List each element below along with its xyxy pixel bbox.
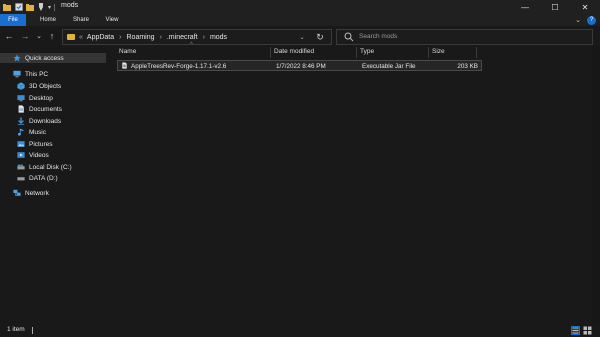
tab-share[interactable]: Share	[66, 14, 96, 26]
tab-home[interactable]: Home	[34, 14, 62, 26]
ribbon-tabs: File Home Share View ⌄ ?	[0, 14, 600, 26]
sidebar-item-desktop[interactable]: Desktop	[17, 93, 53, 103]
details-view-icon[interactable]	[571, 326, 580, 335]
tab-view[interactable]: View	[100, 14, 124, 26]
picture-icon	[17, 140, 25, 148]
file-list: ^ Name Date modified Type Size AppleTree…	[107, 42, 592, 324]
title-bar: ▾ mods — ☐ ✕	[0, 0, 600, 14]
recent-locations-button[interactable]: ⌄	[33, 30, 45, 42]
computer-icon	[13, 70, 21, 78]
column-header-name[interactable]: Name	[115, 46, 270, 58]
sidebar-item-pictures[interactable]: Pictures	[17, 139, 52, 149]
address-dropdown-icon[interactable]: ⌄	[295, 30, 309, 44]
up-button[interactable]: ↑	[46, 30, 58, 42]
sidebar-item-label: This PC	[25, 70, 49, 78]
window-title: mods	[61, 2, 79, 9]
breadcrumb-mods[interactable]: mods	[210, 34, 227, 41]
status-divider	[32, 327, 33, 334]
close-button[interactable]: ✕	[570, 0, 600, 14]
search-icon	[344, 32, 354, 42]
status-bar: 1 item	[0, 324, 600, 337]
sidebar-item-label: Network	[25, 189, 49, 197]
title-divider	[54, 4, 55, 11]
sidebar-item-3d-objects[interactable]: 3D Objects	[17, 81, 61, 91]
sidebar-item-music[interactable]: Music	[17, 127, 46, 137]
navigation-bar: ← → ⌄ ↑ « AppData › Roaming › .minecraft…	[0, 26, 600, 46]
address-bar[interactable]: « AppData › Roaming › .minecraft › mods …	[62, 29, 332, 45]
sidebar-item-label: Downloads	[29, 117, 62, 125]
sidebar-item-downloads[interactable]: Downloads	[17, 116, 61, 126]
video-icon	[17, 151, 25, 159]
folder-icon	[3, 3, 11, 11]
drive-icon	[17, 163, 25, 171]
sidebar-item-data-drive[interactable]: DATA (D:)	[17, 173, 58, 183]
expand-ribbon-icon[interactable]: ⌄	[575, 16, 581, 24]
sidebar-item-label: 3D Objects	[29, 82, 62, 90]
sidebar-item-label: Quick access	[25, 54, 64, 62]
ribbon-controls: ⌄ ?	[575, 14, 596, 26]
sidebar-item-label: Desktop	[29, 94, 53, 102]
sidebar-item-label: Local Disk (C:)	[29, 163, 72, 171]
sidebar-item-label: DATA (D:)	[29, 174, 58, 182]
sidebar-item-quick-access[interactable]: Quick access	[0, 53, 106, 63]
file-date: 1/7/2022 8:46 PM	[276, 63, 326, 70]
breadcrumb-separator[interactable]: ›	[203, 34, 205, 41]
back-button[interactable]: ←	[3, 30, 15, 42]
sidebar-item-documents[interactable]: Documents	[17, 104, 62, 114]
table-row[interactable]: AppleTreesRev-Forge-1.17.1-v2.6 1/7/2022…	[117, 60, 482, 71]
cube-icon	[17, 82, 25, 90]
column-header-size[interactable]: Size	[428, 46, 476, 58]
sidebar-item-videos[interactable]: Videos	[17, 150, 49, 160]
column-header-date[interactable]: Date modified	[270, 46, 356, 58]
large-icons-view-icon[interactable]	[583, 326, 592, 335]
breadcrumb-appdata[interactable]: AppData	[87, 34, 114, 41]
column-header-type[interactable]: Type	[356, 46, 428, 58]
star-icon	[13, 54, 21, 62]
music-icon	[17, 128, 25, 136]
minimize-button[interactable]: —	[510, 0, 540, 14]
tab-file[interactable]: File	[0, 14, 26, 26]
jar-file-icon	[122, 62, 127, 69]
breadcrumb-separator[interactable]: ›	[160, 34, 162, 41]
breadcrumb-overflow[interactable]: «	[79, 34, 83, 41]
breadcrumb-roaming[interactable]: Roaming	[127, 34, 155, 41]
refresh-icon[interactable]: ↻	[313, 30, 327, 44]
sidebar-item-label: Pictures	[29, 140, 53, 148]
folder-icon	[67, 34, 75, 40]
pin-icon[interactable]	[37, 3, 45, 11]
search-box[interactable]	[336, 29, 593, 45]
sidebar-item-this-pc[interactable]: This PC	[13, 69, 48, 79]
properties-icon[interactable]	[14, 3, 23, 11]
search-input[interactable]	[359, 31, 584, 42]
drive-icon	[17, 174, 25, 182]
sidebar-item-local-disk[interactable]: Local Disk (C:)	[17, 162, 72, 172]
maximize-button[interactable]: ☐	[540, 0, 570, 14]
breadcrumb-separator[interactable]: ›	[119, 34, 121, 41]
column-divider[interactable]	[476, 47, 477, 58]
scrollbar[interactable]	[592, 46, 600, 324]
download-icon	[17, 117, 25, 125]
forward-button[interactable]: →	[19, 30, 31, 42]
sidebar-item-network[interactable]: Network	[13, 188, 49, 198]
sidebar-item-label: Videos	[29, 151, 49, 159]
sidebar-item-label: Documents	[29, 105, 62, 113]
customize-toolbar-icon[interactable]: ▾	[46, 3, 53, 11]
file-type: Executable Jar File	[362, 63, 416, 70]
document-icon	[17, 105, 25, 113]
item-count: 1 item	[7, 326, 25, 333]
navigation-pane: Quick access This PC 3D Objects Desktop …	[0, 46, 106, 324]
desktop-icon	[17, 94, 25, 102]
new-folder-icon[interactable]	[25, 3, 34, 11]
sidebar-item-label: Music	[29, 128, 46, 136]
file-size: 203 KB	[457, 63, 478, 70]
breadcrumb-minecraft[interactable]: .minecraft	[167, 34, 198, 41]
help-icon[interactable]: ?	[587, 15, 596, 25]
file-name: AppleTreesRev-Forge-1.17.1-v2.6	[131, 63, 227, 70]
network-icon	[13, 189, 21, 197]
file-explorer-window: ▾ mods — ☐ ✕ File Home Share View ⌄ ? ← …	[0, 0, 600, 337]
